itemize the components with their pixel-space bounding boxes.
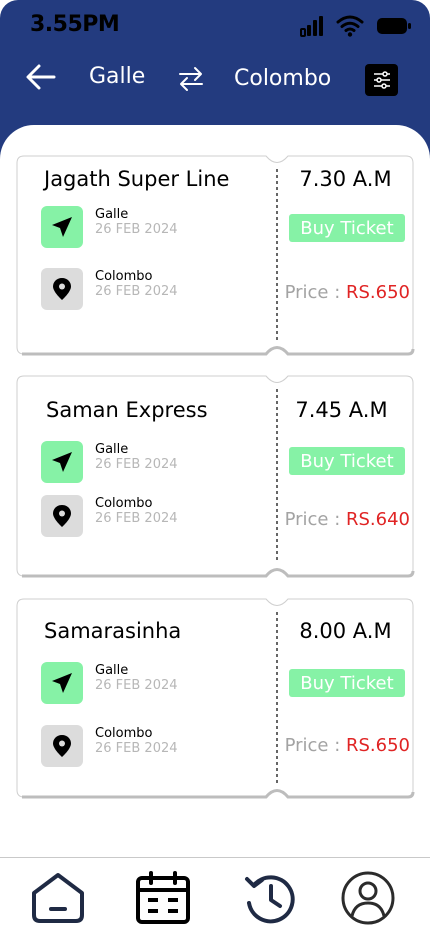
- price-label: Price :: [284, 735, 346, 756]
- origin-date: 26 FEB 2024: [95, 678, 178, 693]
- ticket-card[interactable]: Jagath Super Line 7.30 A.M Buy Ticket Pr…: [16, 155, 415, 356]
- ticket-card[interactable]: Saman Express 7.45 A.M Buy Ticket Price …: [16, 375, 415, 578]
- status-time: 3.55PM: [30, 12, 120, 37]
- to-city[interactable]: Colombo: [234, 66, 331, 91]
- price: Price : RS.650: [277, 735, 414, 756]
- departure-time: 7.30 A.M: [299, 167, 392, 191]
- map-pin-icon: [53, 278, 71, 300]
- filter-button[interactable]: [365, 64, 398, 96]
- profile-icon: [341, 871, 395, 925]
- battery-icon: [377, 18, 411, 34]
- nav-history[interactable]: [242, 870, 298, 926]
- cellular-signal-icon: [300, 16, 323, 37]
- destination-date: 26 FEB 2024: [95, 284, 178, 299]
- back-button[interactable]: [24, 60, 58, 94]
- origin-date: 26 FEB 2024: [95, 222, 178, 237]
- origin-row: Galle 26 FEB 2024: [41, 206, 271, 248]
- origin-name: Galle: [95, 663, 129, 678]
- buy-ticket-button[interactable]: Buy Ticket: [289, 669, 405, 697]
- price-value: RS.650: [345, 735, 410, 756]
- price-value: RS.650: [345, 282, 410, 303]
- sliders-filter-icon: [373, 71, 390, 89]
- departure-time: 7.45 A.M: [295, 398, 388, 422]
- origin-date: 26 FEB 2024: [95, 457, 178, 472]
- origin-name: Galle: [95, 207, 129, 222]
- destination-icon-box: [41, 268, 83, 310]
- destination-row: Colombo 26 FEB 2024: [41, 495, 271, 537]
- arrow-left-icon: [26, 64, 56, 90]
- bus-name: Jagath Super Line: [44, 167, 230, 191]
- calendar-icon: [136, 871, 190, 924]
- price: Price : RS.640: [277, 509, 414, 530]
- send-arrow-icon: [52, 452, 72, 472]
- destination-name: Colombo: [95, 496, 153, 511]
- bottom-nav: [0, 857, 430, 932]
- buy-ticket-button[interactable]: Buy Ticket: [289, 447, 405, 475]
- ticket-card[interactable]: Samarasinha 8.00 A.M Buy Ticket Price : …: [16, 598, 415, 799]
- nav-calendar[interactable]: [135, 870, 191, 926]
- bus-name: Saman Express: [46, 398, 208, 422]
- destination-icon-box: [41, 725, 83, 767]
- destination-name: Colombo: [95, 726, 153, 741]
- price: Price : RS.650: [277, 282, 414, 303]
- destination-row: Colombo 26 FEB 2024: [41, 725, 271, 767]
- price-label: Price :: [284, 282, 346, 303]
- send-arrow-icon: [52, 217, 72, 237]
- destination-icon-box: [41, 495, 83, 537]
- home-icon: [32, 873, 84, 923]
- origin-row: Galle 26 FEB 2024: [41, 662, 271, 704]
- price-label: Price :: [284, 509, 346, 530]
- price-value: RS.640: [345, 509, 410, 530]
- map-pin-icon: [53, 735, 71, 757]
- app-screen: 3.55PM Galle Colombo Jagath Super Line 7…: [0, 0, 430, 932]
- swap-arrows-icon: [179, 67, 203, 91]
- bus-name: Samarasinha: [44, 619, 182, 643]
- destination-date: 26 FEB 2024: [95, 741, 178, 756]
- destination-name: Colombo: [95, 269, 153, 284]
- origin-row: Galle 26 FEB 2024: [41, 441, 271, 483]
- origin-icon-box: [41, 662, 83, 704]
- destination-date: 26 FEB 2024: [95, 511, 178, 526]
- send-arrow-icon: [52, 673, 72, 693]
- destination-row: Colombo 26 FEB 2024: [41, 268, 271, 310]
- origin-icon-box: [41, 206, 83, 248]
- history-icon: [245, 875, 295, 924]
- departure-time: 8.00 A.M: [299, 619, 392, 643]
- wifi-icon: [336, 15, 364, 37]
- nav-home[interactable]: [30, 870, 86, 926]
- status-icons: [300, 12, 412, 40]
- from-city[interactable]: Galle: [89, 64, 145, 89]
- origin-name: Galle: [95, 442, 129, 457]
- buy-ticket-button[interactable]: Buy Ticket: [289, 214, 405, 242]
- swap-button[interactable]: [176, 64, 206, 94]
- map-pin-icon: [53, 505, 71, 527]
- nav-profile[interactable]: [340, 870, 396, 926]
- origin-icon-box: [41, 441, 83, 483]
